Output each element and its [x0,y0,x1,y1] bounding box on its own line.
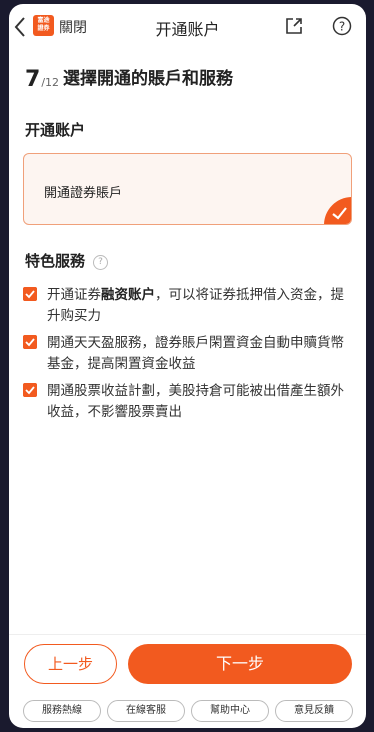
page-title: 开通账户 [155,20,220,39]
account-card-label: 開通證券賬戶 [44,186,123,201]
help-icon[interactable]: ? [332,16,352,36]
option-text: 開通股票收益計劃，美股持倉可能被出借產生額外收益，不影響股票賣出 [47,383,344,420]
features-section: 特色服務? [25,250,109,271]
features-label: 特色服務 [25,252,86,270]
checkbox-checked-icon[interactable] [23,335,37,349]
checkbox-checked-icon[interactable] [23,383,37,397]
step-title: 選擇開通的賬戶和服務 [63,69,234,89]
option-text: 開通天天盈服務，證券賬戶閑置資金自動申贖貨幣基金，提高閑置資金收益 [47,335,344,372]
top-nav: 富途 證券 關閉 开通账户 ? [9,4,366,50]
next-step-button[interactable]: 下一步 [128,644,352,684]
features-help-icon[interactable]: ? [93,255,109,270]
online-service-link[interactable]: 在線客服 [107,700,185,722]
option-daily-yield[interactable]: 開通天天盈服務，證券賬戶閑置資金自動申贖貨幣基金，提高閑置資金收益 [23,333,353,375]
step-current: 7 [25,67,41,92]
step-total: /12 [41,76,60,89]
prev-step-button[interactable]: 上一步 [24,644,117,684]
securities-account-card[interactable]: 開通證券賬戶 [23,153,352,225]
footer-links: 服務熱線 在線客服 幫助中心 意見反饋 [23,700,353,722]
share-icon[interactable] [285,17,303,35]
check-corner-icon [324,197,351,224]
hotline-link[interactable]: 服務熱線 [23,700,101,722]
option-stock-lending[interactable]: 開通股票收益計劃，美股持倉可能被出借產生額外收益，不影響股票賣出 [23,381,353,423]
option-margin-account[interactable]: 开通证券融资账户，可以将证券抵押借入资金，提升购买力 [23,285,353,327]
checkbox-checked-icon[interactable] [23,287,37,301]
feedback-link[interactable]: 意見反饋 [275,700,353,722]
svg-text:?: ? [339,20,345,34]
option-text: 开通证券融资账户，可以将证券抵押借入资金，提升购买力 [47,287,344,324]
footer-divider [9,634,366,635]
screen: 富途 證券 關閉 开通账户 ? 7/12 選擇開通的賬戶和服務 开通账户 開通證券賬… [9,4,366,728]
step-header: 7/12 選擇開通的賬戶和服務 [25,66,233,92]
account-section-label: 开通账户 [25,121,86,139]
help-center-link[interactable]: 幫助中心 [191,700,269,722]
